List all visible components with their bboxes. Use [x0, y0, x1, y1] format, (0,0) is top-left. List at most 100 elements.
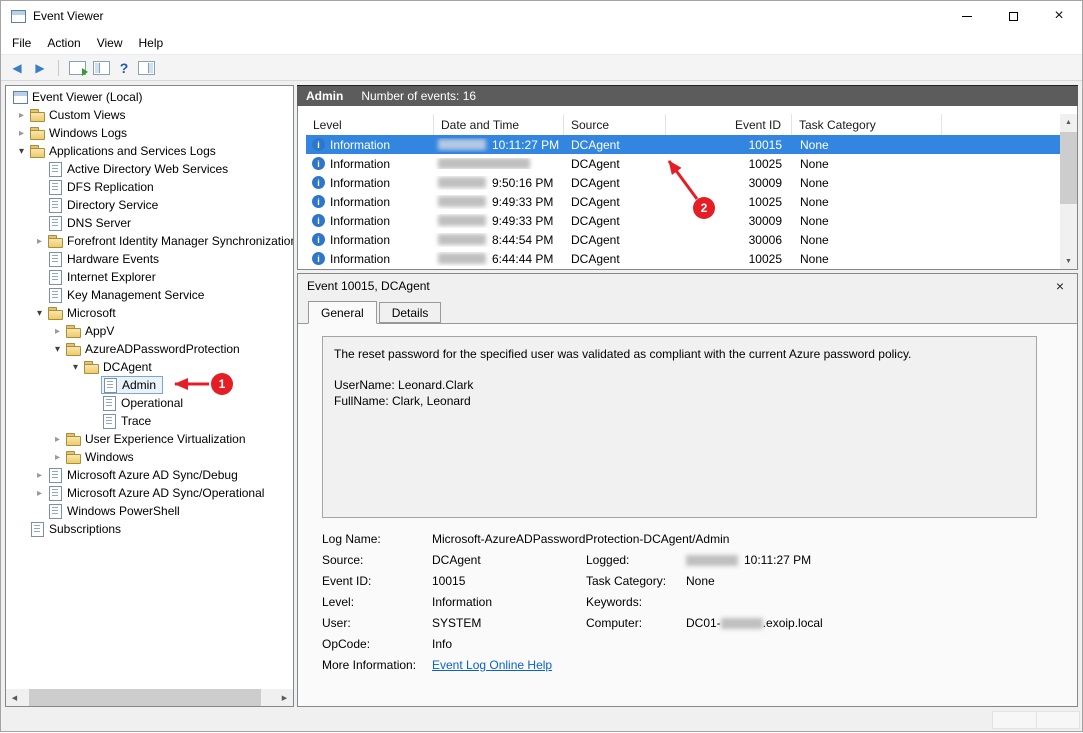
chevron-right-icon[interactable]	[32, 470, 47, 481]
tree-item-trace[interactable]: Trace	[6, 412, 293, 430]
help-icon[interactable]: ?	[117, 60, 131, 76]
event-row[interactable]: Information 9:49:33 PM DCAgent 30009 Non…	[306, 211, 1060, 230]
scroll-up-icon[interactable]: ▲	[1060, 114, 1077, 130]
folder-icon	[29, 107, 45, 123]
scrollbar-thumb[interactable]	[1060, 132, 1077, 204]
event-source: DCAgent	[564, 233, 666, 247]
column-header-level[interactable]: Level	[306, 114, 434, 135]
events-vertical-scrollbar[interactable]: ▲ ▼	[1060, 114, 1077, 269]
chevron-right-icon[interactable]	[32, 236, 47, 247]
chevron-right-icon[interactable]	[50, 452, 65, 463]
tree-item-internet-explorer[interactable]: Internet Explorer	[6, 268, 293, 286]
tree-horizontal-scrollbar[interactable]: ◀ ▶	[6, 689, 293, 706]
event-viewer-window: Event Viewer × File Action View Help ◀ ▶…	[0, 0, 1083, 732]
tree-item-hardware-events[interactable]: Hardware Events	[6, 250, 293, 268]
tree-item-custom-views[interactable]: Custom Views	[6, 106, 293, 124]
event-row[interactable]: Information 9:50:16 PM DCAgent 30009 Non…	[306, 173, 1060, 192]
tree-item-dns-server[interactable]: DNS Server	[6, 214, 293, 232]
chevron-right-icon[interactable]	[14, 128, 29, 139]
tree-item-label: Microsoft Azure AD Sync/Debug	[67, 468, 241, 482]
event-row[interactable]: Information 8:44:54 PM DCAgent 30006 Non…	[306, 230, 1060, 249]
column-header-event-id[interactable]: Event ID	[666, 114, 792, 135]
tree-item-user-experience-virtualization[interactable]: User Experience Virtualization	[6, 430, 293, 448]
minimize-button[interactable]	[944, 1, 990, 31]
menu-view[interactable]: View	[89, 33, 131, 53]
folder-icon	[29, 143, 45, 159]
event-row[interactable]: Information DCAgent 10025 None	[306, 154, 1060, 173]
event-time: 9:50:16 PM	[492, 176, 553, 190]
column-header-date-time[interactable]: Date and Time	[434, 114, 564, 135]
action-pane-toggle-icon[interactable]	[138, 61, 155, 75]
tree-item-microsoft[interactable]: Microsoft	[6, 304, 293, 322]
more-information-label: More Information:	[322, 657, 432, 673]
scrollbar-track[interactable]	[23, 689, 276, 706]
tree-item-subscriptions[interactable]: Subscriptions	[6, 520, 293, 538]
tab-general[interactable]: General	[308, 301, 377, 324]
event-time: 9:49:33 PM	[492, 195, 553, 209]
export-log-icon[interactable]	[69, 61, 86, 75]
console-tree-toggle-icon[interactable]	[93, 61, 110, 75]
scroll-right-icon[interactable]: ▶	[276, 689, 293, 706]
chevron-down-icon[interactable]	[68, 362, 83, 373]
log-icon	[47, 287, 63, 303]
column-header-source[interactable]: Source	[564, 114, 666, 135]
tree-item-label: Windows Logs	[49, 126, 130, 140]
tree-item-key-management-service[interactable]: Key Management Service	[6, 286, 293, 304]
tree-item-windows[interactable]: Windows	[6, 448, 293, 466]
tree-item-event-viewer-local[interactable]: Event Viewer (Local)	[6, 88, 293, 106]
event-row[interactable]: Information 6:44:44 PM DCAgent 10025 Non…	[306, 249, 1060, 268]
tree-item-windows-logs[interactable]: Windows Logs	[6, 124, 293, 142]
chevron-down-icon[interactable]	[14, 146, 29, 157]
tree-item-windows-powershell[interactable]: Windows PowerShell	[6, 502, 293, 520]
level-value: Information	[432, 594, 586, 610]
log-name-value: Microsoft-AzureADPasswordProtection-DCAg…	[432, 531, 1037, 547]
menu-file[interactable]: File	[4, 33, 39, 53]
event-task-category: None	[792, 214, 942, 228]
tab-details[interactable]: Details	[379, 302, 442, 323]
forward-icon[interactable]: ▶	[32, 61, 48, 75]
tree-item-dfs-replication[interactable]: DFS Replication	[6, 178, 293, 196]
tree-item-dcagent[interactable]: DCAgent	[6, 358, 293, 376]
tree-item-label: Microsoft	[67, 306, 119, 320]
tree-item-label: Forefront Identity Manager Synchronizati…	[67, 234, 294, 248]
tree-item-appv[interactable]: AppV	[6, 322, 293, 340]
event-row[interactable]: Information 9:49:33 PM DCAgent 10025 Non…	[306, 192, 1060, 211]
root-icon	[12, 89, 28, 105]
maximize-button[interactable]	[990, 1, 1036, 31]
log-icon	[47, 215, 63, 231]
scroll-left-icon[interactable]: ◀	[6, 689, 23, 706]
tree-item-label: Trace	[121, 414, 154, 428]
event-id: 30009	[666, 214, 792, 228]
chevron-right-icon[interactable]	[32, 488, 47, 499]
details-close-icon[interactable]: ×	[1052, 278, 1068, 294]
tree-item-microsoft-azure-ad-sync-operational[interactable]: Microsoft Azure AD Sync/Operational	[6, 484, 293, 502]
event-task-category: None	[792, 252, 942, 266]
tree-item-forefront-identity-manager-synchronization[interactable]: Forefront Identity Manager Synchronizati…	[6, 232, 293, 250]
chevron-right-icon[interactable]	[50, 326, 65, 337]
scroll-down-icon[interactable]: ▼	[1060, 253, 1077, 269]
source-label: Source:	[322, 552, 432, 568]
back-icon[interactable]: ◀	[9, 61, 25, 75]
close-button[interactable]: ×	[1036, 1, 1082, 31]
right-pane: Admin Number of events: 16 Level Date an…	[297, 84, 1078, 707]
event-log-online-help-link[interactable]: Event Log Online Help	[432, 658, 552, 672]
menu-action[interactable]: Action	[39, 33, 88, 53]
tree-item-azureadpasswordprotection[interactable]: AzureADPasswordProtection	[6, 340, 293, 358]
tree-item-directory-service[interactable]: Directory Service	[6, 196, 293, 214]
tree-item-applications-and-services-logs[interactable]: Applications and Services Logs	[6, 142, 293, 160]
chevron-down-icon[interactable]	[50, 344, 65, 355]
menu-help[interactable]: Help	[131, 33, 172, 53]
chevron-down-icon[interactable]	[32, 308, 47, 319]
tree-item-admin[interactable]: Admin	[6, 376, 293, 394]
event-row[interactable]: Information 10:11:27 PM DCAgent 10015 No…	[306, 135, 1060, 154]
tree-item-active-directory-web-services[interactable]: Active Directory Web Services	[6, 160, 293, 178]
tree-item-operational[interactable]: Operational	[6, 394, 293, 412]
scrollbar-thumb[interactable]	[29, 689, 261, 706]
tree-item-label: Windows PowerShell	[67, 504, 183, 518]
column-header-task-category[interactable]: Task Category	[792, 114, 942, 135]
event-source: DCAgent	[564, 138, 666, 152]
chevron-right-icon[interactable]	[50, 434, 65, 445]
event-id-label: Event ID:	[322, 573, 432, 589]
tree-item-microsoft-azure-ad-sync-debug[interactable]: Microsoft Azure AD Sync/Debug	[6, 466, 293, 484]
chevron-right-icon[interactable]	[14, 110, 29, 121]
